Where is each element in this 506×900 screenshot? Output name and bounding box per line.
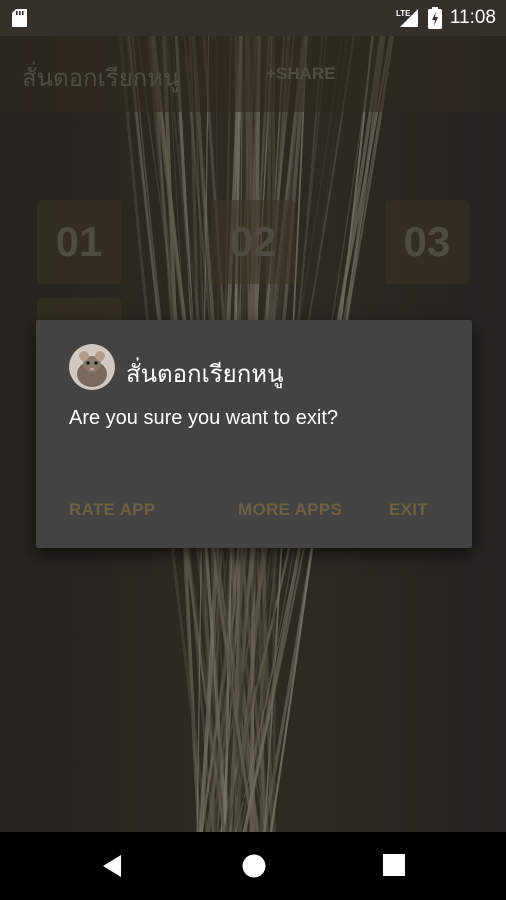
- clock: 11:08: [449, 7, 496, 28]
- home-icon[interactable]: [242, 854, 266, 878]
- exit-dialog: สั่นตอกเรียกหนู Are you sure you want to…: [36, 320, 472, 548]
- lte-signal-icon: LTE: [396, 9, 418, 27]
- battery-charging-icon: [427, 7, 442, 29]
- recents-icon[interactable]: [383, 854, 405, 876]
- more-apps-button[interactable]: MORE APPS: [238, 500, 342, 520]
- sd-card-icon: [12, 9, 27, 27]
- network-label: LTE: [396, 9, 411, 18]
- back-icon[interactable]: [101, 854, 125, 878]
- rat-app-icon: [69, 344, 115, 390]
- status-bar: LTE 11:08: [0, 0, 506, 36]
- dialog-message: Are you sure you want to exit?: [69, 407, 339, 429]
- dialog-title: สั่นตอกเรียกหนู: [126, 360, 284, 388]
- navigation-bar: [0, 832, 506, 900]
- rate-app-button[interactable]: RATE APP: [69, 500, 155, 520]
- screen: 01 02 03 สั่นตอกเรียกหนู +SHARE LTE 11:0: [0, 0, 506, 900]
- exit-button[interactable]: EXIT: [389, 500, 428, 520]
